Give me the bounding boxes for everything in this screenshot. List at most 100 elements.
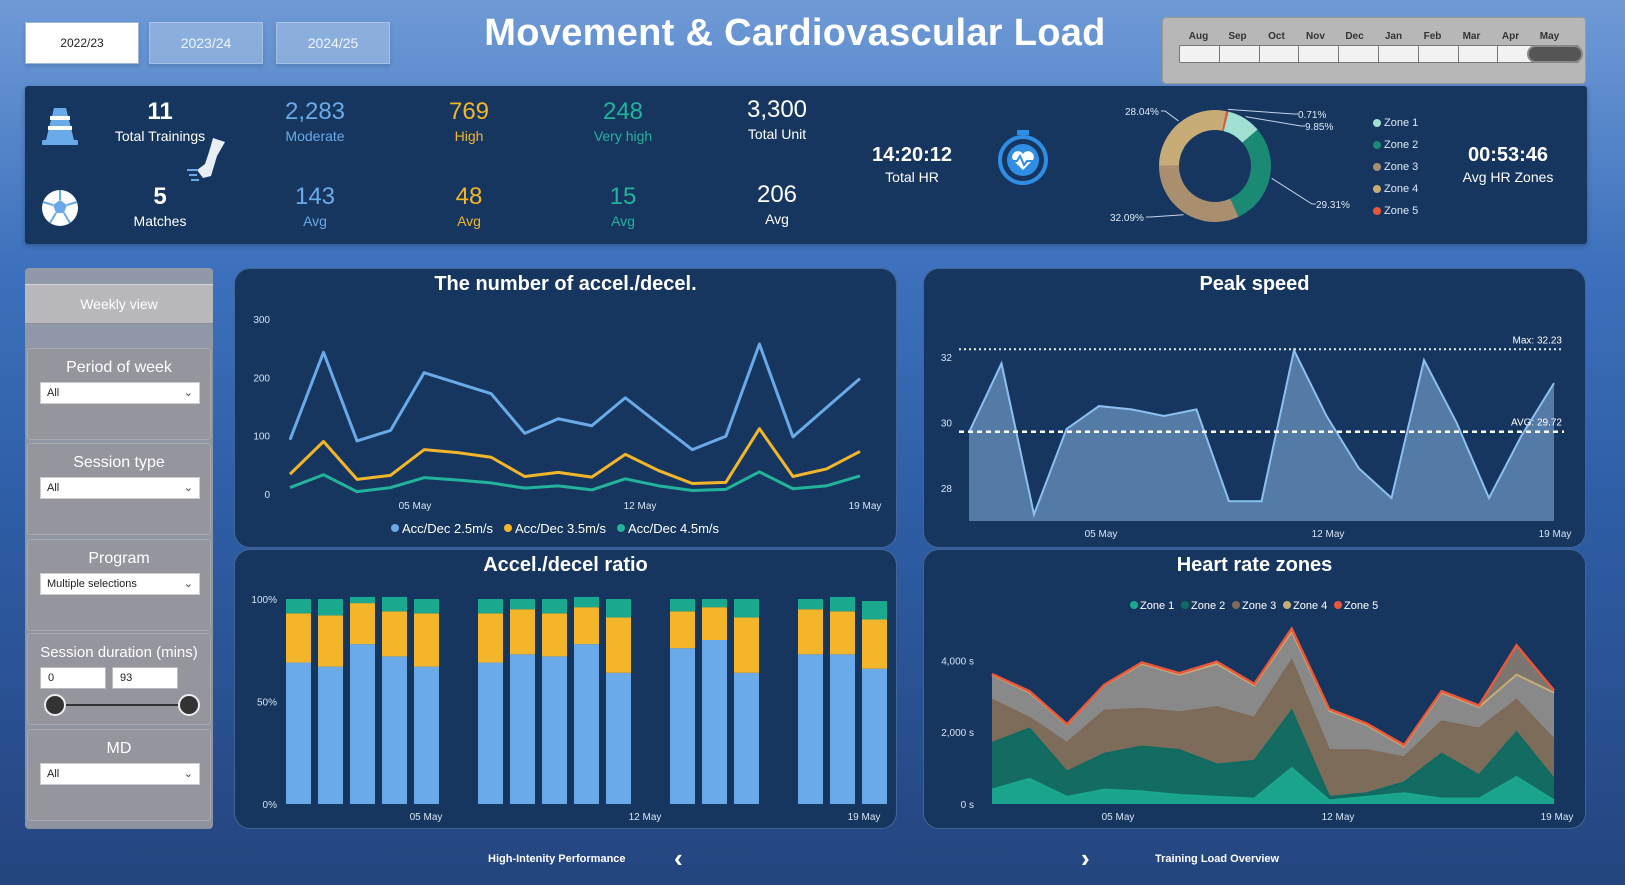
kpi-very-high: 248 Very high	[593, 98, 653, 144]
program-dropdown[interactable]: Multiple selections ⌄	[40, 573, 200, 595]
accel-decel-ratio-panel: Accel./decel ratio 0% 50% 100% 05 May 12 May…	[234, 549, 897, 829]
legend-dot	[1373, 141, 1381, 149]
legend-marker	[504, 524, 512, 532]
bar-segment	[606, 599, 631, 618]
donut-leader-line	[1245, 116, 1305, 127]
period-of-week-filter: Period of week All ⌄	[27, 348, 211, 440]
legend-item[interactable]: Zone 1	[1373, 112, 1418, 134]
filter-title: Program	[88, 550, 150, 567]
bar-segment	[734, 617, 759, 673]
bar-segment	[702, 607, 727, 640]
kpi-total-hr: 14:20:12 Total HR	[871, 144, 953, 185]
duration-slider-max-handle[interactable]	[178, 694, 200, 716]
bar-segment	[318, 666, 343, 804]
legend-marker	[1334, 601, 1342, 609]
legend-label: Zone 1	[1384, 117, 1419, 129]
kpi-total-unit-avg: 206 Avg	[756, 181, 798, 227]
bar-segment	[574, 607, 599, 645]
weekly-view-button[interactable]: Weekly view	[25, 284, 213, 324]
kpi-high-avg: 48 Avg	[455, 183, 483, 229]
month-label[interactable]: Apr	[1491, 31, 1530, 42]
month-label[interactable]: Feb	[1413, 31, 1452, 42]
y-tick-label: 30	[941, 419, 953, 430]
dropdown-value: All	[47, 387, 60, 399]
bar-segment	[478, 599, 503, 614]
duration-slider-min-handle[interactable]	[44, 694, 66, 716]
bar-segment	[510, 609, 535, 655]
hr-zones-donut: 0.71%9.85% 29.31% 32.09% 28.04%	[1110, 107, 1350, 224]
bar-segment	[350, 644, 375, 804]
duration-min-input[interactable]: 0	[40, 667, 106, 689]
chevron-down-icon: ⌄	[183, 768, 193, 780]
y-tick-label: 28	[941, 484, 953, 495]
bar-segment	[414, 666, 439, 804]
y-tick-label: 4,000 s	[941, 656, 974, 667]
month-slider-handle[interactable]	[1527, 45, 1583, 63]
x-tick-label: 19 May	[849, 501, 882, 512]
chevron-right-icon[interactable]: ›	[1081, 843, 1090, 874]
legend-label: Zone 3	[1384, 161, 1419, 173]
month-label[interactable]: Oct	[1257, 31, 1296, 42]
month-slicer[interactable]: Aug Sep Oct Nov Dec Jan Feb Mar Apr May	[1162, 17, 1586, 84]
month-label[interactable]: Sep	[1218, 31, 1257, 42]
dropdown-value: Multiple selections	[47, 578, 137, 590]
bar-segment	[478, 613, 503, 663]
kpi-avg-hr-zones: 00:53:46 Avg HR Zones	[1462, 144, 1554, 185]
md-dropdown[interactable]: All ⌄	[40, 763, 200, 785]
filter-title: Session type	[73, 454, 165, 471]
legend-item[interactable]: Zone 5	[1373, 200, 1418, 222]
duration-slider-track[interactable]	[55, 704, 189, 706]
month-track[interactable]	[1179, 45, 1579, 63]
legend-item[interactable]: Zone 3	[1373, 156, 1418, 178]
month-label[interactable]: May	[1530, 31, 1569, 42]
duration-max-input[interactable]: 93	[112, 667, 178, 689]
donut-slice	[1230, 129, 1271, 217]
kpi-moderate: 2,283 Moderate	[284, 98, 346, 144]
legend-item[interactable]: Zone 2	[1373, 134, 1418, 156]
month-label[interactable]: Dec	[1335, 31, 1374, 42]
bar-segment	[478, 662, 503, 804]
period-of-week-dropdown[interactable]: All ⌄	[40, 382, 200, 404]
speed-area	[969, 350, 1554, 521]
y-tick-label: 100	[253, 432, 270, 443]
bar-segment	[286, 613, 311, 663]
legend-dot	[1373, 119, 1381, 127]
accel-decel-ratio-bar-chart: 0% 50% 100% 05 May 12 May 19 May	[251, 595, 887, 823]
bar-segment	[702, 599, 727, 608]
legend-marker	[1181, 601, 1189, 609]
series-line	[288, 342, 861, 452]
month-label[interactable]: Mar	[1452, 31, 1491, 42]
season-2023-24-button[interactable]: 2023/24	[149, 22, 263, 64]
legend-label: Zone 2	[1191, 600, 1225, 612]
month-label[interactable]: Aug	[1179, 31, 1218, 42]
legend-marker	[1283, 601, 1291, 609]
stopwatch-heart-icon	[998, 130, 1048, 185]
month-label[interactable]: Nov	[1296, 31, 1335, 42]
y-tick-label: 0 s	[961, 800, 974, 811]
legend-label: Zone 2	[1384, 139, 1419, 151]
nav-prev-label[interactable]: High-Intenity Performance	[488, 853, 626, 865]
season-2022-23-button[interactable]: 2022/23	[25, 22, 139, 64]
season-2024-25-button[interactable]: 2024/25	[276, 22, 390, 64]
month-label[interactable]: Jan	[1374, 31, 1413, 42]
program-filter: Program Multiple selections ⌄	[27, 539, 211, 631]
chevron-left-icon[interactable]: ‹	[674, 843, 683, 874]
donut-label: 9.85%	[1305, 122, 1333, 133]
y-tick-label: 0	[264, 490, 270, 501]
bar-segment	[862, 601, 887, 620]
y-tick-label: 50%	[257, 698, 277, 709]
legend-label: Acc/Dec 2.5m/s	[402, 521, 494, 536]
x-tick-label: 12 May	[629, 812, 662, 823]
dropdown-value: All	[47, 768, 60, 780]
nav-next-label[interactable]: Training Load Overview	[1155, 853, 1279, 865]
legend-item[interactable]: Zone 4	[1373, 178, 1418, 200]
session-type-dropdown[interactable]: All ⌄	[40, 477, 200, 499]
y-tick-label: 0%	[263, 800, 278, 811]
bar-segment	[670, 611, 695, 649]
bar-segment	[830, 596, 855, 612]
bar-segment	[510, 654, 535, 804]
kpi-band: 11 Total Trainings 5 Matches 2,283 Moder…	[25, 86, 1587, 244]
session-type-filter: Session type All ⌄	[27, 443, 211, 535]
bar-segment	[382, 656, 407, 804]
donut-legend: Zone 1 Zone 2 Zone 3 Zone 4 Zone 5	[1373, 112, 1418, 222]
